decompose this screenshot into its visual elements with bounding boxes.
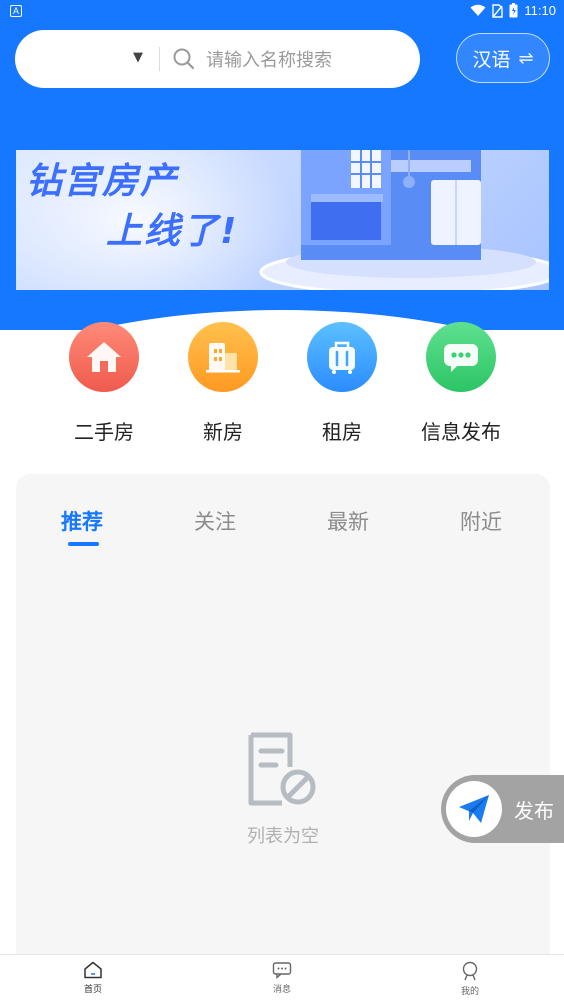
no-sim-icon — [492, 3, 504, 18]
language-switch-button[interactable]: 汉语 ⇌ — [456, 33, 550, 83]
city-dropdown-icon[interactable]: ▼ — [133, 50, 143, 65]
language-label: 汉语 — [472, 48, 511, 71]
empty-list-icon — [248, 732, 316, 806]
tab-nearby[interactable]: 附近 — [460, 506, 502, 536]
category-label: 租房 — [322, 420, 362, 444]
tab-latest[interactable]: 最新 — [327, 506, 369, 536]
home-icon — [84, 961, 102, 979]
nav-profile[interactable]: 我的 — [430, 961, 510, 997]
nav-label: 首页 — [83, 985, 102, 995]
chat-icon — [426, 322, 496, 392]
category-publish-info[interactable]: 信息发布 — [406, 322, 516, 445]
nav-label: 消息 — [272, 985, 291, 995]
profile-icon — [462, 961, 478, 981]
nav-label: 我的 — [460, 987, 479, 997]
bottom-navigation: 首页 消息 我的 — [0, 954, 564, 1002]
publish-label: 发布 — [514, 798, 554, 823]
status-time: 11:10 — [524, 3, 556, 18]
banner-title: 钻宫房产 — [26, 161, 179, 202]
search-bar[interactable]: ▼ 请输入名称搜索 — [15, 30, 420, 88]
status-bar: A 11:10 — [0, 0, 564, 24]
active-tab-indicator — [68, 542, 99, 546]
category-rental[interactable]: 租房 — [287, 322, 397, 445]
nav-home[interactable]: 首页 — [53, 961, 133, 995]
category-label: 新房 — [203, 420, 243, 444]
banner-subtitle: 上线了! — [106, 211, 239, 252]
search-input[interactable]: 请输入名称搜索 — [206, 46, 332, 72]
publish-fab[interactable]: 发布 — [441, 775, 564, 843]
battery-icon — [509, 3, 518, 18]
tab-follow[interactable]: 关注 — [194, 506, 236, 536]
house-icon — [69, 322, 139, 392]
status-indicators: 11:10 — [470, 3, 556, 18]
send-icon — [446, 781, 502, 837]
header: ▼ 请输入名称搜索 汉语 ⇌ 钻宫房产 上线了! — [0, 24, 564, 330]
category-label: 信息发布 — [421, 420, 501, 444]
wifi-icon — [470, 4, 486, 16]
category-second-hand[interactable]: 二手房 — [49, 322, 159, 445]
notification-icon: A — [10, 5, 22, 17]
search-icon — [173, 48, 195, 70]
building-icon — [188, 322, 258, 392]
kitchen-illustration — [259, 150, 549, 290]
suitcase-icon — [307, 322, 377, 392]
swap-icon: ⇌ — [518, 47, 534, 69]
search-divider — [159, 47, 160, 71]
nav-messages[interactable]: 消息 — [242, 961, 322, 995]
category-new-house[interactable]: 新房 — [168, 322, 278, 445]
listing-panel: 推荐 关注 最新 附近 列表为空 — [16, 474, 550, 964]
category-label: 二手房 — [74, 420, 134, 444]
promo-banner[interactable]: 钻宫房产 上线了! — [16, 150, 549, 290]
message-icon — [272, 962, 292, 979]
tab-recommend[interactable]: 推荐 — [61, 506, 103, 536]
